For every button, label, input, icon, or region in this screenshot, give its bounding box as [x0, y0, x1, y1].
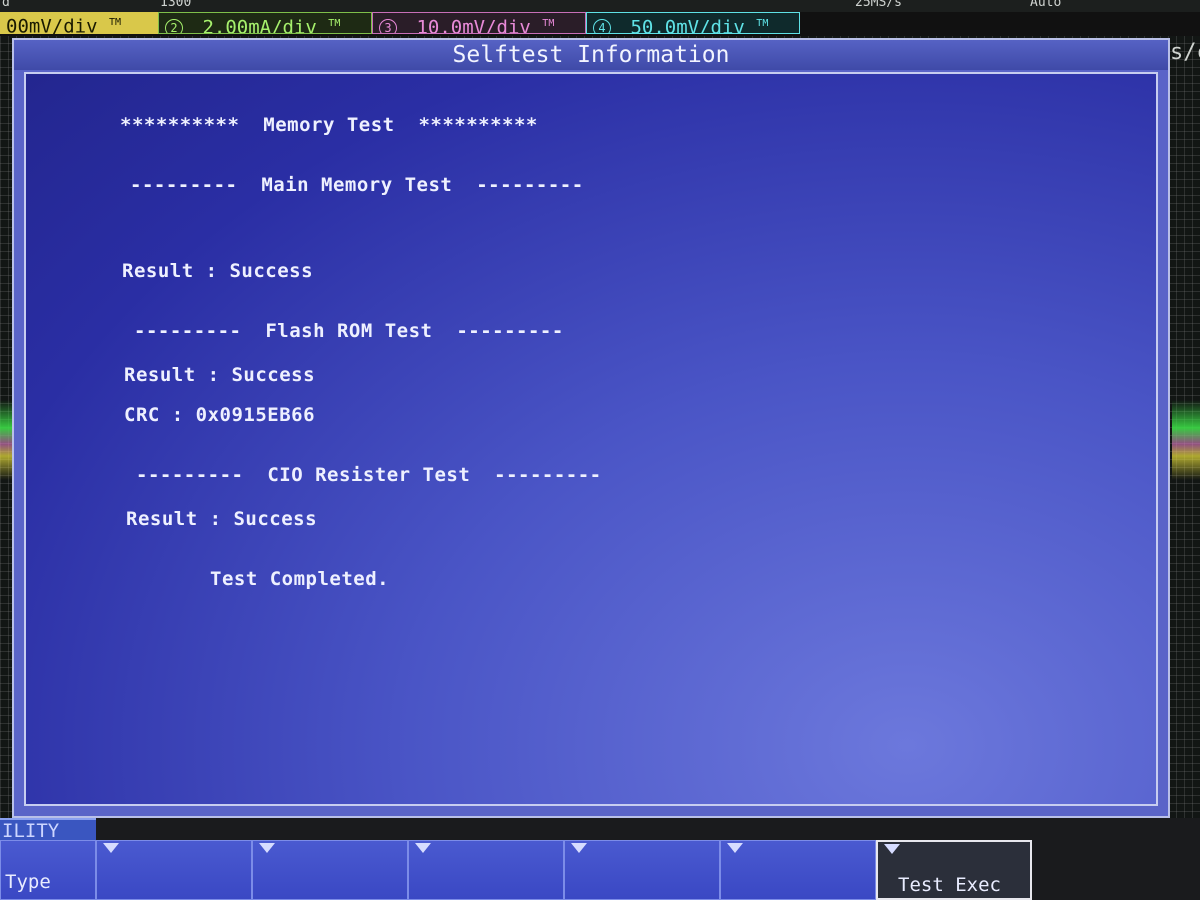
- test-exec-button[interactable]: Test Exec: [876, 840, 1032, 900]
- softkey-6[interactable]: [720, 840, 876, 900]
- softkey-4[interactable]: [408, 840, 564, 900]
- channel-2-scale[interactable]: 2 2.00mA/div TM: [158, 12, 372, 34]
- memory-test-header: ********** Memory Test **********: [120, 114, 538, 136]
- trigger-mode: Auto: [1030, 0, 1062, 10]
- status-fragment-left: d: [2, 0, 10, 10]
- softkey-5[interactable]: [564, 840, 720, 900]
- chevron-down-icon: [571, 843, 587, 853]
- chevron-down-icon: [727, 843, 743, 853]
- softkey-type[interactable]: Type: [0, 840, 96, 900]
- channel-4-number: 4: [593, 19, 611, 33]
- softkey-3[interactable]: [252, 840, 408, 900]
- channel-4-badge: TM: [756, 18, 769, 29]
- channel-3-scale-value: 10.0mV/div: [416, 16, 531, 34]
- flash-rom-crc: CRC : 0x0915EB66: [124, 404, 316, 426]
- chevron-down-icon: [415, 843, 431, 853]
- test-completed-message: Test Completed.: [210, 568, 390, 590]
- channel-2-number: 2: [165, 19, 183, 33]
- sample-rate: 25MS/s: [855, 0, 902, 10]
- softkey-row: Type Test Exec: [0, 840, 1200, 900]
- channel-2-scale-value: 2.00mA/div: [202, 16, 317, 34]
- top-status-strip: d 1300 25MS/s Auto: [0, 0, 1200, 12]
- status-fragment-center: 1300: [160, 0, 192, 10]
- channel-3-badge: TM: [542, 18, 555, 29]
- flash-rom-result: Result : Success: [124, 364, 316, 386]
- channel-1-scale-value: 00mV/div: [6, 15, 98, 34]
- dialog-title: Selftest Information: [14, 40, 1168, 70]
- waveform-trace-right: [1172, 400, 1200, 480]
- time-div-fragment: s/c: [1170, 40, 1200, 65]
- channel-4-scale-value: 50.0mV/div: [630, 16, 745, 34]
- channel-1-scale[interactable]: 00mV/div TM: [0, 12, 158, 34]
- cio-register-test-header: --------- CIO Resister Test ---------: [136, 464, 602, 486]
- softkey-menu-area: ILITY Type Test Exec: [0, 818, 1200, 900]
- softkey-2[interactable]: [96, 840, 252, 900]
- softkey-type-label: Type: [5, 871, 51, 893]
- chevron-down-icon: [259, 843, 275, 853]
- test-exec-label: Test Exec: [898, 874, 1001, 896]
- selftest-output-panel: ********** Memory Test ********** ------…: [24, 72, 1158, 806]
- channel-3-scale[interactable]: 3 10.0mV/div TM: [372, 12, 586, 34]
- channel-1-badge: TM: [108, 17, 122, 28]
- channel-3-number: 3: [379, 19, 397, 33]
- channel-scale-bar: 00mV/div TM 2 2.00mA/div TM 3 10.0mV/div…: [0, 12, 1200, 36]
- channel-4-scale[interactable]: 4 50.0mV/div TM: [586, 12, 800, 34]
- flash-rom-test-header: --------- Flash ROM Test ---------: [134, 320, 564, 342]
- selftest-dialog: Selftest Information ********** Memory T…: [12, 38, 1170, 818]
- main-memory-result: Result : Success: [122, 260, 314, 282]
- chevron-down-icon: [884, 844, 900, 854]
- cio-register-result: Result : Success: [126, 508, 318, 530]
- channel-2-badge: TM: [328, 18, 341, 29]
- chevron-down-icon: [103, 843, 119, 853]
- menu-tab-utility[interactable]: ILITY: [0, 818, 96, 840]
- main-memory-test-header: --------- Main Memory Test ---------: [130, 174, 584, 196]
